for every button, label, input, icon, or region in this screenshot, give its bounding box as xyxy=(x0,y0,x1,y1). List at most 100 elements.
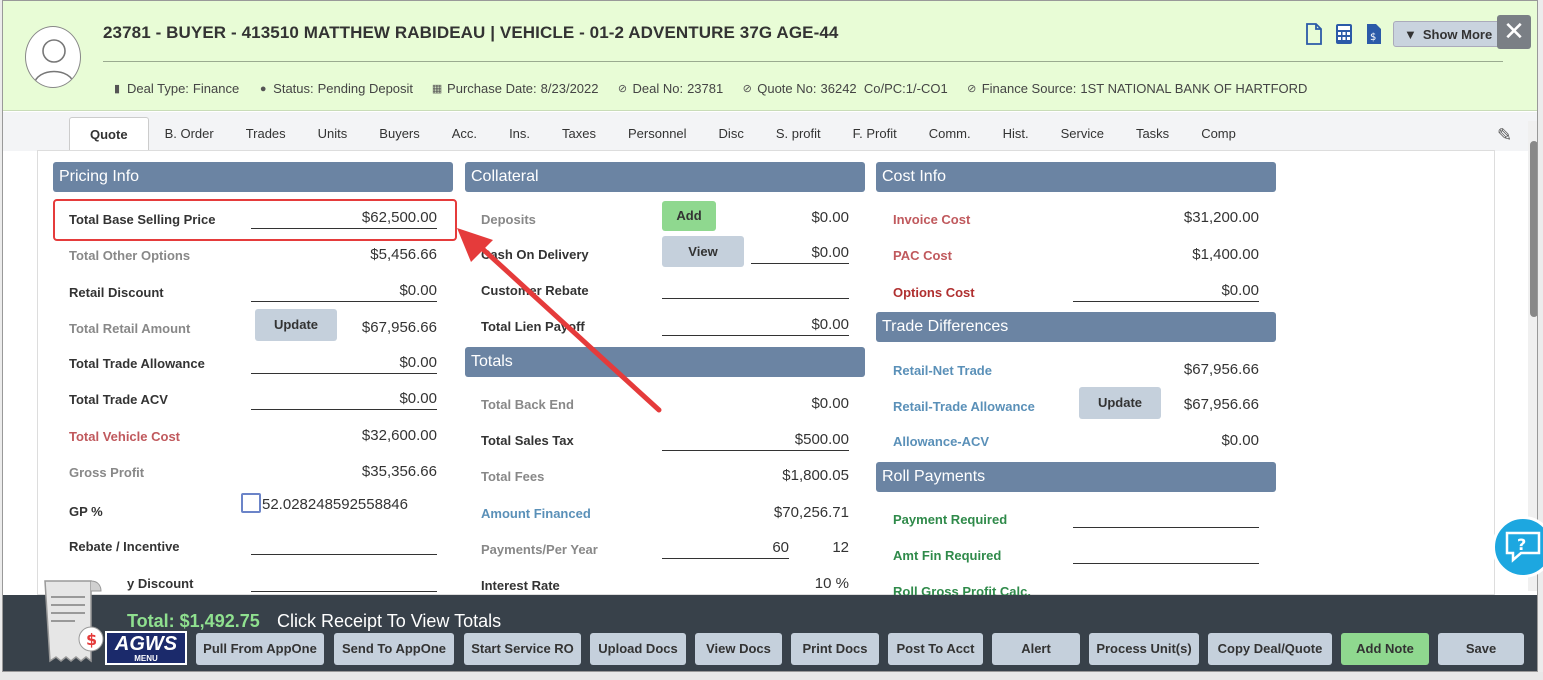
calendar-icon: ▦ xyxy=(431,82,443,95)
customer-rebate-input[interactable] xyxy=(662,298,849,299)
meta-status: ● Status: Pending Deposit xyxy=(257,81,413,96)
label-gross-profit: Gross Profit xyxy=(69,465,145,480)
start-service-ro-button[interactable]: Start Service RO xyxy=(464,633,581,665)
discount-input[interactable] xyxy=(251,591,437,592)
deal-header: 23781 - BUYER - 413510 MATTHEW RABIDEAU … xyxy=(3,1,1537,111)
value-total-retail-amount: $67,956.66 xyxy=(361,319,437,336)
tab-f-profit[interactable]: F. Profit xyxy=(837,117,913,151)
tab-comp[interactable]: Comp xyxy=(1185,117,1252,151)
header-divider xyxy=(103,61,1503,62)
calculator-icon[interactable] xyxy=(1333,22,1355,46)
value-amount-financed: $70,256.71 xyxy=(773,504,849,521)
value-total-back-end: $0.00 xyxy=(811,395,849,412)
tab-comm[interactable]: Comm. xyxy=(913,117,987,151)
field-underline xyxy=(1073,301,1259,302)
check-circle-icon: ⊘ xyxy=(617,82,628,95)
value-retail-discount[interactable]: $0.00 xyxy=(251,282,437,299)
alert-button[interactable]: Alert xyxy=(992,633,1080,665)
tab-quote[interactable]: Quote xyxy=(69,117,149,151)
gp-checkbox[interactable] xyxy=(241,493,261,513)
tab-tasks[interactable]: Tasks xyxy=(1120,117,1185,151)
tab-b-order[interactable]: B. Order xyxy=(149,117,230,151)
label-gp-percent: GP % xyxy=(69,504,103,519)
value-cash-on-delivery[interactable]: $0.00 xyxy=(751,244,849,261)
rebate-incentive-input[interactable] xyxy=(251,554,437,555)
show-more-button[interactable]: ▼ Show More xyxy=(1393,21,1504,47)
save-button[interactable]: Save xyxy=(1438,633,1524,665)
field-underline xyxy=(662,450,849,451)
highlight-box xyxy=(53,199,457,241)
label-invoice-cost: Invoice Cost xyxy=(893,212,971,227)
label-retail-trade-allowance: Retail-Trade Allowance xyxy=(893,399,1035,414)
scrollbar-thumb[interactable] xyxy=(1530,141,1537,317)
label-amt-fin-required: Amt Fin Required xyxy=(893,548,1002,563)
label-payment-required: Payment Required xyxy=(893,512,1008,527)
value-allowance-acv: $0.00 xyxy=(1221,432,1259,449)
check-circle-icon: ⊘ xyxy=(967,82,977,95)
field-underline xyxy=(751,263,849,264)
trade-differences-header: Trade Differences xyxy=(876,312,1276,342)
file-icon[interactable] xyxy=(1303,22,1325,46)
copy-deal-quote-button[interactable]: Copy Deal/Quote xyxy=(1208,633,1332,665)
field-underline xyxy=(662,335,849,336)
label-deposits: Deposits xyxy=(481,212,536,227)
label-rebate-incentive: Rebate / Incentive xyxy=(69,539,180,554)
collateral-header: Collateral xyxy=(465,162,865,192)
svg-text:?: ? xyxy=(1517,535,1526,554)
tab-buyers[interactable]: Buyers xyxy=(363,117,435,151)
header-actions: $ ▼ Show More xyxy=(1303,21,1504,47)
footer-bar: $ AGWS MENU Total: $1,492.75 Click Receip… xyxy=(3,580,1537,671)
send-to-appone-button[interactable]: Send To AppOne xyxy=(334,633,454,665)
post-to-acct-button[interactable]: Post To Acct xyxy=(888,633,983,665)
tab-s-profit[interactable]: S. profit xyxy=(760,117,837,151)
value-interest-rate[interactable]: 10 % xyxy=(663,575,849,592)
field-underline xyxy=(662,558,789,559)
pull-from-appone-button[interactable]: Pull From AppOne xyxy=(196,633,324,665)
close-icon: ✕ xyxy=(1503,16,1525,46)
tabs: Quote B. Order Trades Units Buyers Acc. … xyxy=(69,117,1252,151)
help-icon: ? xyxy=(1505,531,1541,563)
invoice-icon[interactable]: $ xyxy=(1363,22,1385,46)
check-circle-icon: ⊘ xyxy=(742,82,752,95)
label-options-cost: Options Cost xyxy=(893,285,975,300)
value-total-lien-payoff[interactable]: $0.00 xyxy=(663,316,849,333)
view-docs-button[interactable]: View Docs xyxy=(695,633,782,665)
tab-acc[interactable]: Acc. xyxy=(436,117,493,151)
value-options-cost[interactable]: $0.00 xyxy=(1073,282,1259,299)
value-total-trade-acv[interactable]: $0.00 xyxy=(251,390,437,407)
add-note-button[interactable]: Add Note xyxy=(1341,633,1429,665)
tab-personnel[interactable]: Personnel xyxy=(612,117,703,151)
tab-taxes[interactable]: Taxes xyxy=(546,117,612,151)
edit-pencil-icon[interactable]: ✎ xyxy=(1497,125,1512,146)
avatar xyxy=(25,26,81,88)
upload-docs-button[interactable]: Upload Docs xyxy=(590,633,686,665)
view-cod-button[interactable]: View xyxy=(662,236,744,267)
tab-hist[interactable]: Hist. xyxy=(987,117,1045,151)
value-gp-percent: 52.028248592558846 xyxy=(262,496,408,513)
print-docs-button[interactable]: Print Docs xyxy=(791,633,879,665)
tab-ins[interactable]: Ins. xyxy=(493,117,546,151)
value-pac-cost: $1,400.00 xyxy=(1192,246,1259,263)
tab-service[interactable]: Service xyxy=(1045,117,1120,151)
label-payments-per-year: Payments/Per Year xyxy=(481,542,598,557)
payment-required-input[interactable] xyxy=(1073,527,1259,528)
meta-deal-no: ⊘ Deal No: 23781 xyxy=(617,81,724,96)
receipt-icon[interactable]: $ xyxy=(41,575,109,665)
tab-disc[interactable]: Disc xyxy=(703,117,760,151)
tab-units[interactable]: Units xyxy=(302,117,364,151)
deal-title: 23781 - BUYER - 413510 MATTHEW RABIDEAU … xyxy=(103,23,839,42)
tab-trades[interactable]: Trades xyxy=(230,117,302,151)
label-total-trade-acv: Total Trade ACV xyxy=(69,392,168,407)
amt-fin-required-input[interactable] xyxy=(1073,563,1259,564)
process-units-button[interactable]: Process Unit(s) xyxy=(1089,633,1199,665)
value-total-trade-allowance[interactable]: $0.00 xyxy=(251,354,437,371)
svg-text:$: $ xyxy=(1370,32,1376,43)
value-payments[interactable]: 60 xyxy=(663,539,789,556)
help-button[interactable]: ? xyxy=(1492,516,1543,578)
value-total-sales-tax[interactable]: $500.00 xyxy=(663,431,849,448)
meta-deal-type: ▮ Deal Type: Finance xyxy=(111,81,239,96)
cost-info-header: Cost Info xyxy=(876,162,1276,192)
field-underline xyxy=(251,409,437,410)
total-amount: Total: $1,492.75 xyxy=(127,611,260,631)
close-button[interactable]: ✕ xyxy=(1497,15,1531,49)
